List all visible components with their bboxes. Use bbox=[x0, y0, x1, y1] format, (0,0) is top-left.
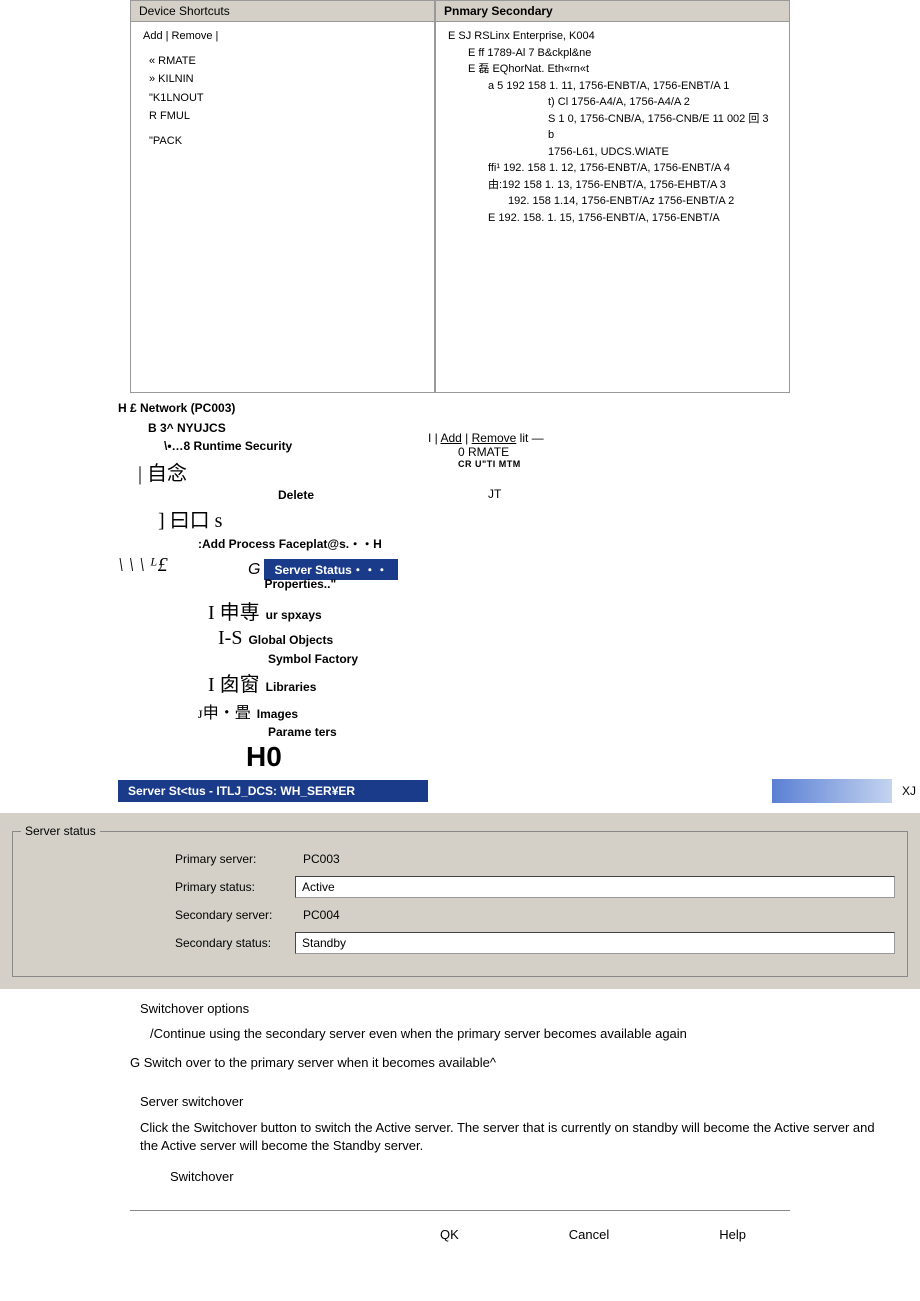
actions-add-remove[interactable]: I I | Add | Remove lit — | Add | Remove … bbox=[428, 431, 544, 445]
explorer-tree: H £ Network (PC003) B 3^ NYUJCS \•…8 Run… bbox=[0, 401, 420, 773]
node-libraries[interactable]: Libraries bbox=[266, 680, 317, 694]
context-add-faceplates[interactable]: :Add Process Faceplat@s.・・H bbox=[198, 535, 382, 552]
context-delete[interactable]: Delete bbox=[278, 488, 314, 502]
context-properties[interactable]: Properties.." bbox=[264, 577, 336, 591]
runtime-security-node[interactable]: \•…8 Runtime Security bbox=[164, 439, 420, 453]
separator bbox=[130, 1210, 790, 1211]
primary-secondary-header: Pnmary Secondary bbox=[436, 1, 789, 22]
switchover-button[interactable]: Switchover bbox=[170, 1169, 890, 1184]
tree-sym-4: I 申専 bbox=[208, 596, 260, 625]
rslinx-root[interactable]: E SJ RSLinx Enterprise, K004 bbox=[448, 28, 777, 45]
tree-node-4[interactable]: 1756-L61, UDCS.WIATE bbox=[548, 144, 777, 161]
tree-sym-2: ] 曰口 s bbox=[158, 504, 222, 533]
device-shortcuts-header: Device Shortcuts bbox=[131, 1, 434, 22]
help-button[interactable]: Help bbox=[719, 1227, 746, 1242]
node-parameters[interactable]: Parame ters bbox=[268, 725, 337, 739]
server-switchover-header: Server switchover bbox=[140, 1094, 890, 1109]
ok-button[interactable]: QK bbox=[440, 1227, 459, 1242]
tree-sym-5: I-S bbox=[218, 627, 242, 650]
shortcut-kilnin[interactable]: » KILNIN bbox=[149, 71, 422, 88]
server-status-group-title: Server status bbox=[21, 824, 100, 838]
secondary-status-label: Secondary status: bbox=[175, 936, 295, 950]
primary-server-value: PC003 bbox=[295, 852, 340, 866]
server-status-titlebar: Server St<tus - ITLJ_DCS: WH_SER¥ER bbox=[118, 780, 428, 802]
nyujcs-node[interactable]: B 3^ NYUJCS bbox=[148, 421, 420, 435]
shortcut-rmate[interactable]: « RMATE bbox=[149, 53, 422, 70]
h0-label: H0 bbox=[246, 741, 420, 773]
tree-sym-7: ᴊ申・畳 bbox=[198, 699, 251, 723]
server-status-group: Server status Primary server: PC003 Prim… bbox=[12, 831, 908, 977]
switchover-option-continue[interactable]: /Continue using the secondary server eve… bbox=[150, 1026, 890, 1041]
secondary-server-value: PC004 bbox=[295, 908, 340, 922]
close-icon[interactable]: XJ bbox=[898, 780, 920, 802]
tree-sym-g: G bbox=[248, 561, 260, 579]
primary-status-label: Primary status: bbox=[175, 880, 295, 894]
node-symbol-factory[interactable]: Symbol Factory bbox=[268, 652, 358, 666]
shortcut-fmul[interactable]: R FMUL bbox=[149, 108, 422, 125]
primary-secondary-panel: Pnmary Secondary E SJ RSLinx Enterprise,… bbox=[435, 0, 790, 393]
cru-label: CR U"TI MTM bbox=[458, 459, 544, 469]
node-displays[interactable]: ur spxays bbox=[266, 608, 322, 622]
primary-status-field bbox=[295, 876, 895, 898]
network-header: H £ Network (PC003) bbox=[118, 401, 420, 415]
node-images[interactable]: Images bbox=[257, 707, 298, 721]
tree-node-7[interactable]: 192. 158 1.14, 1756-ENBT/Aᴢ 1756-ENBT/A … bbox=[508, 193, 777, 210]
tree-node-8[interactable]: E 192. 158. 1. 15, 1756-ENBT/A, 1756-ENB… bbox=[488, 210, 777, 227]
tree-node-3[interactable]: S 1 0, 1756-CNB/A, 1756-CNB/E 11 002 回 3… bbox=[548, 111, 777, 144]
tree-node-6[interactable]: 由:192 158 1. 13, 1756-ENBT/A, 1756-EHBT/… bbox=[488, 177, 777, 194]
primary-server-label: Primary server: bbox=[175, 852, 295, 866]
titlebar-gradient bbox=[772, 779, 892, 803]
shortcut-kilnout[interactable]: "K1LNOUT bbox=[149, 90, 422, 107]
node-global-objects[interactable]: Global Objects bbox=[248, 633, 333, 647]
switchover-option-switch[interactable]: G Switch over to the primary server when… bbox=[130, 1055, 890, 1070]
tree-sym-3: \ \ \ ᴸ£ bbox=[118, 554, 168, 577]
switchover-options-header: Switchover options bbox=[140, 1001, 890, 1016]
shortcuts-actions[interactable]: Add | Remove | bbox=[143, 28, 422, 45]
cancel-button[interactable]: Cancel bbox=[569, 1227, 609, 1242]
device-shortcuts-panel: Device Shortcuts Add | Remove | « RMATE … bbox=[130, 0, 435, 393]
secondary-status-field bbox=[295, 932, 895, 954]
rmate-item[interactable]: 0 RMATE bbox=[458, 445, 544, 459]
tree-sym-1: | 自念 bbox=[138, 457, 187, 486]
tree-backplane[interactable]: E ff 1789-Al 7 B&ckpl&ne bbox=[468, 45, 777, 62]
tree-node-1[interactable]: a 5 192 158 1. 11, 1756-ENBT/A, 1756-ENB… bbox=[488, 78, 777, 95]
tree-ethernet[interactable]: E 磊 EQhorNat. Eth«rn«t bbox=[468, 61, 777, 78]
tree-node-2[interactable]: t) Cl 1756-A4/A, 1756-A4/A 2 bbox=[548, 94, 777, 111]
shortcut-pack[interactable]: "PACK bbox=[149, 133, 422, 150]
tree-sym-6: I 囱窗 bbox=[208, 668, 260, 697]
secondary-server-label: Secondary server: bbox=[175, 908, 295, 922]
tree-node-5[interactable]: ffi¹ 192. 158 1. 12, 1756-ENBT/A, 1756-E… bbox=[488, 160, 777, 177]
server-switchover-desc: Click the Switchover button to switch th… bbox=[140, 1119, 890, 1155]
jt-label: JT bbox=[488, 487, 544, 501]
